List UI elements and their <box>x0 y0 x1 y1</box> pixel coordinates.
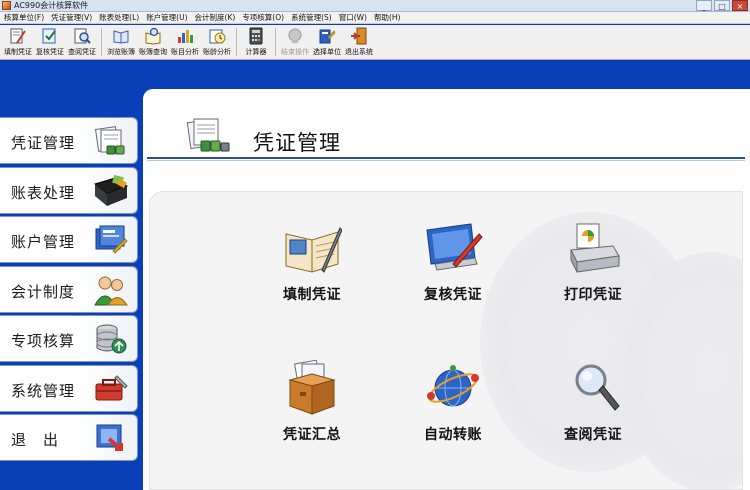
printer-icon <box>570 223 620 273</box>
window-controls: _ □ × <box>696 0 748 12</box>
func-review-voucher[interactable]: 复核凭证 <box>403 220 503 320</box>
sidebar-item-label: 账表处理 <box>11 184 76 202</box>
menu-system[interactable]: 系统管理(S) <box>291 12 332 23</box>
menu-account[interactable]: 账户管理(U) <box>146 12 187 23</box>
title-bar: AC990会计核算软件 _ □ × <box>0 0 750 12</box>
sidebar-item-label: 专项核算 <box>11 332 76 350</box>
toolbar-fill-voucher-button[interactable]: 填制凭证 <box>2 25 34 60</box>
voucher-stack-icon <box>95 126 125 155</box>
toolbar-calculator-button[interactable]: 计算器 <box>240 25 272 60</box>
database-icon <box>96 324 127 354</box>
func-label: 填制凭证 <box>283 287 341 303</box>
bar-chart-icon <box>178 30 193 43</box>
voucher-stack-icon <box>186 118 230 152</box>
toolbar-review-voucher-button[interactable]: 复核凭证 <box>34 25 66 60</box>
menu-unit[interactable]: 核算单位(F) <box>4 12 44 23</box>
func-label: 凭证汇总 <box>283 427 341 443</box>
menu-accounting-system[interactable]: 会计制度(K) <box>195 12 236 23</box>
toolbar-account-analysis-button[interactable]: 账目分析 <box>169 25 201 60</box>
sidebar-item-special-accounting[interactable]: 专项核算 <box>0 315 138 362</box>
sidebar-item-system[interactable]: 系统管理 <box>0 365 138 412</box>
toolbar-separator <box>275 28 276 56</box>
toolbar-query-books-button[interactable]: 账簿查询 <box>137 25 169 60</box>
page-title: 凭证管理 <box>253 131 341 155</box>
toolbar-end-operation-button[interactable]: 结束操作 <box>279 25 311 60</box>
sidebar-item-label: 系统管理 <box>11 382 76 400</box>
app-icon <box>2 1 11 10</box>
header-divider <box>147 157 745 159</box>
toolbox-icon <box>95 375 128 401</box>
func-print-voucher[interactable]: 打印凭证 <box>543 220 643 320</box>
toolbar-view-voucher-button[interactable]: 查阅凭证 <box>66 25 98 60</box>
pen-document-icon <box>10 28 26 44</box>
func-label: 自动转账 <box>424 427 482 443</box>
window-title: AC990会计核算软件 <box>14 1 89 10</box>
func-voucher-summary[interactable]: 凭证汇总 <box>262 360 362 460</box>
toolbar-browse-books-button[interactable]: 浏览账簿 <box>105 25 137 60</box>
exit-icon <box>96 424 123 451</box>
calculator-icon <box>249 27 263 45</box>
people-icon <box>94 276 128 306</box>
func-label: 打印凭证 <box>564 287 622 303</box>
menu-ledger[interactable]: 账表处理(L) <box>99 12 139 23</box>
toolbar-aging-analysis-button[interactable]: 账龄分析 <box>201 25 233 60</box>
func-auto-transfer[interactable]: 自动转账 <box>403 360 503 460</box>
sidebar-item-accounting-system[interactable]: 会计制度 <box>0 266 138 313</box>
minimize-button[interactable]: _ <box>696 0 712 11</box>
main-panel: 凭证管理 填制凭证 复核凭证 打印凭证 凭证汇总 自动转账 查阅凭证 <box>143 89 750 490</box>
select-unit-icon <box>319 29 336 44</box>
folder-book-icon <box>93 174 129 206</box>
close-button[interactable]: × <box>732 0 748 11</box>
toolbar-separator <box>101 28 102 56</box>
toolbar-exit-system-button[interactable]: 退出系统 <box>343 25 375 60</box>
globe-transfer-icon <box>427 365 479 407</box>
monitor-pen-icon <box>426 223 483 271</box>
sidebar-item-label: 账户管理 <box>11 233 76 251</box>
func-label: 查阅凭证 <box>564 427 622 443</box>
magnifier-document-icon <box>74 28 91 44</box>
sidebar-item-ledger[interactable]: 账表处理 <box>0 167 138 214</box>
function-area: 填制凭证 复核凭证 打印凭证 凭证汇总 自动转账 查阅凭证 <box>149 191 743 490</box>
account-card-icon <box>95 225 128 254</box>
maximize-button[interactable]: □ <box>714 0 730 11</box>
sidebar-item-label: 退 出 <box>11 431 60 449</box>
exit-door-icon <box>351 27 367 45</box>
sidebar-item-label: 会计制度 <box>11 283 76 301</box>
box-documents-icon <box>288 360 336 415</box>
stop-icon <box>288 28 302 43</box>
func-label: 复核凭证 <box>424 287 482 303</box>
ledger-pen-icon <box>285 227 342 273</box>
sidebar-item-exit[interactable]: 退 出 <box>0 414 138 461</box>
sidebar: 凭证管理 账表处理 账户管理 会计制度 专项核算 系统管理 退 出 <box>0 117 140 490</box>
sidebar-item-account[interactable]: 账户管理 <box>0 216 138 263</box>
func-fill-voucher[interactable]: 填制凭证 <box>262 220 362 320</box>
check-document-icon <box>42 28 56 44</box>
func-view-voucher[interactable]: 查阅凭证 <box>543 360 643 460</box>
sidebar-item-voucher[interactable]: 凭证管理 <box>0 117 138 164</box>
toolbar-separator <box>236 28 237 56</box>
age-analysis-icon <box>209 29 226 44</box>
menu-bar: 核算单位(F) 凭证管理(V) 账表处理(L) 账户管理(U) 会计制度(K) … <box>0 12 750 24</box>
magnifier-icon <box>575 364 620 411</box>
toolbar-select-unit-button[interactable]: 选择单位 <box>311 25 343 60</box>
book-search-icon <box>145 27 161 45</box>
menu-window[interactable]: 窗口(W) <box>339 12 367 23</box>
menu-help[interactable]: 帮助(H) <box>374 12 401 23</box>
sidebar-item-label: 凭证管理 <box>11 134 76 152</box>
toolbar: 填制凭证 复核凭证 查阅凭证 浏览账簿 账簿查询 账目分析 账龄分析 计算器 结… <box>0 25 750 60</box>
menu-special-accounting[interactable]: 专项核算(O) <box>242 12 284 23</box>
menu-voucher[interactable]: 凭证管理(V) <box>51 12 92 23</box>
book-icon <box>113 30 129 44</box>
header-divider-light <box>147 160 745 161</box>
